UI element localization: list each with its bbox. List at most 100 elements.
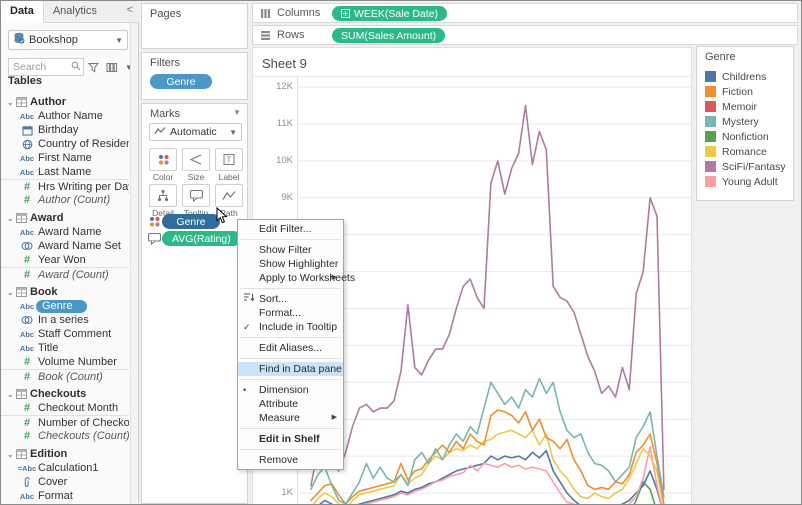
collapse-pane-icon[interactable]: < [127, 4, 133, 16]
field-number-of-checkouts[interactable]: #Number of Checkouts [1, 415, 129, 429]
field-award-count[interactable]: #Award (Count) [1, 267, 129, 281]
filters-shelf[interactable]: Filters Genre [141, 52, 248, 100]
menu-item-edit-in-shelf[interactable]: Edit in Shelf [238, 432, 343, 446]
table-row-book[interactable]: ⌄Book [1, 285, 129, 299]
field-author-name[interactable]: AbcAuthor Name [1, 109, 129, 123]
table-row-award[interactable]: ⌄Award [1, 211, 129, 225]
chevron-down-icon[interactable]: ⌄ [7, 214, 16, 223]
tab-analytics[interactable]: Analytics [44, 1, 106, 23]
marks-button-tooltip[interactable]: Tooltip [182, 184, 210, 218]
legend-item-young-adult[interactable]: Young Adult [697, 174, 793, 189]
menu-item-dimension[interactable]: •Dimension [238, 383, 343, 397]
hash-icon: # [16, 269, 38, 281]
hash-icon: # [16, 402, 38, 414]
table-row-checkouts[interactable]: ⌄Checkouts [1, 387, 129, 401]
abc-icon: Abc [16, 302, 38, 311]
field-title[interactable]: AbcTitle [1, 341, 129, 355]
field-volume-number[interactable]: #Volume Number [1, 355, 129, 369]
field-award-name[interactable]: AbcAward Name [1, 225, 129, 239]
field-hrs-writing-per-day[interactable]: #Hrs Writing per Day [1, 179, 129, 193]
marks-pill-genre[interactable]: Genre [162, 214, 220, 229]
marks-pill-avg-rating[interactable]: AVG(Rating) [162, 231, 241, 246]
marks-button-size[interactable]: Size [182, 148, 210, 182]
menu-item-measure[interactable]: Measure▶ [238, 411, 343, 425]
menu-item-format[interactable]: Format... [238, 306, 343, 320]
field-birthday[interactable]: Birthday [1, 123, 129, 137]
legend-item-childrens[interactable]: Childrens [697, 69, 793, 84]
svg-text:T: T [227, 156, 232, 165]
line-chart-plot[interactable] [297, 76, 691, 504]
marks-button-detail[interactable]: Detail [149, 184, 177, 218]
field-checkouts-count[interactable]: #Checkouts (Count) [1, 429, 129, 443]
plus-box-icon[interactable] [341, 9, 350, 18]
menu-item-label: Format... [259, 307, 301, 319]
menu-item-edit-filter[interactable]: Edit Filter... [238, 222, 343, 236]
marks-button-color[interactable]: Color [149, 148, 177, 182]
mark-type-dropdown[interactable]: Automatic ▼ [149, 123, 242, 141]
chevron-down-icon[interactable]: ⌄ [7, 450, 16, 459]
chevron-down-icon[interactable]: ▼ [115, 36, 123, 45]
chevron-down-icon[interactable]: ⌄ [7, 288, 16, 297]
database-icon [13, 31, 25, 49]
menu-item-find-in-data-pane[interactable]: Find in Data pane [238, 362, 343, 376]
field-format[interactable]: AbcFormat [1, 489, 129, 503]
menu-item-remove[interactable]: Remove [238, 453, 343, 467]
field-label: Checkouts (Count) [38, 430, 129, 442]
abc-icon: Abc [16, 154, 38, 163]
chevron-down-icon[interactable]: ⌄ [7, 98, 16, 107]
legend-item-fiction[interactable]: Fiction [697, 84, 793, 99]
menu-item-label: Attribute [259, 398, 298, 410]
field-staff-comment[interactable]: AbcStaff Comment [1, 327, 129, 341]
menu-item-sort[interactable]: Sort... [238, 292, 343, 306]
field-genre[interactable]: AbcGenre [1, 299, 129, 313]
field-label: First Name [38, 152, 92, 164]
legend-item-scifi-fantasy[interactable]: SciFi/Fantasy [697, 159, 793, 174]
field-award-name-set[interactable]: Award Name Set [1, 239, 129, 253]
field-cover[interactable]: Cover [1, 475, 129, 489]
datasource-selector[interactable]: Bookshop ▼ [8, 30, 128, 50]
abc-icon: Abc [16, 112, 38, 121]
filter-pill-genre[interactable]: Genre [150, 74, 212, 89]
tab-data[interactable]: Data [1, 1, 44, 23]
pages-shelf[interactable]: Pages [141, 3, 248, 49]
hash-icon: # [16, 417, 38, 429]
view-columns-icon[interactable] [106, 62, 118, 73]
table-row-edition[interactable]: ⌄Edition [1, 447, 129, 461]
field-last-name[interactable]: AbcLast Name [1, 165, 129, 179]
sidebar-scrollbar[interactable] [130, 23, 137, 505]
legend-item-nonfiction[interactable]: Nonfiction [697, 129, 793, 144]
legend-item-mystery[interactable]: Mystery [697, 114, 793, 129]
menu-item-edit-aliases[interactable]: Edit Aliases... [238, 341, 343, 355]
field-book-count[interactable]: #Book (Count) [1, 369, 129, 383]
menu-item-show-filter[interactable]: Show Filter [238, 243, 343, 257]
table-row-author[interactable]: ⌄Author [1, 95, 129, 109]
legend-item-memoir[interactable]: Memoir [697, 99, 793, 114]
field-in-a-series[interactable]: In a series [1, 313, 129, 327]
rows-shelf[interactable]: Rows SUM(Sales Amount) [252, 25, 798, 45]
field-checkout-month[interactable]: #Checkout Month [1, 401, 129, 415]
filter-funnel-icon[interactable] [88, 62, 99, 73]
chevron-down-icon[interactable]: ⌄ [7, 390, 16, 399]
legend-item-romance[interactable]: Romance [697, 144, 793, 159]
menu-item-show-highlighter[interactable]: Show Highlighter [238, 257, 343, 271]
color-legend: Genre ChildrensFictionMemoirMysteryNonfi… [696, 46, 794, 201]
chevron-down-icon[interactable]: ▼ [233, 108, 241, 117]
legend-swatch [705, 86, 716, 97]
marks-button-label: Size [182, 172, 210, 182]
menu-item-label: Remove [259, 454, 298, 466]
series-line-mystery[interactable] [311, 379, 664, 504]
field-first-name[interactable]: AbcFirst Name [1, 151, 129, 165]
field-author-count[interactable]: #Author (Count) [1, 193, 129, 207]
pill-week-sale-date[interactable]: WEEK(Sale Date) [332, 6, 447, 21]
field-country-of-residence[interactable]: Country of Residence [1, 137, 129, 151]
marks-button-label[interactable]: TLabel [215, 148, 243, 182]
field-calculation1[interactable]: =AbcCalculation1 [1, 461, 129, 475]
menu-item-include-in-tooltip[interactable]: ✓Include in Tooltip [238, 320, 343, 334]
columns-shelf[interactable]: Columns WEEK(Sale Date) [252, 3, 798, 23]
menu-item-label: Show Filter [259, 244, 312, 256]
pill-sum-sales-amount[interactable]: SUM(Sales Amount) [332, 28, 445, 43]
field-year-won[interactable]: #Year Won [1, 253, 129, 267]
series-line-fiction[interactable] [311, 410, 664, 504]
menu-item-attribute[interactable]: Attribute [238, 397, 343, 411]
menu-item-apply-to-worksheets[interactable]: Apply to Worksheets▶ [238, 271, 343, 285]
